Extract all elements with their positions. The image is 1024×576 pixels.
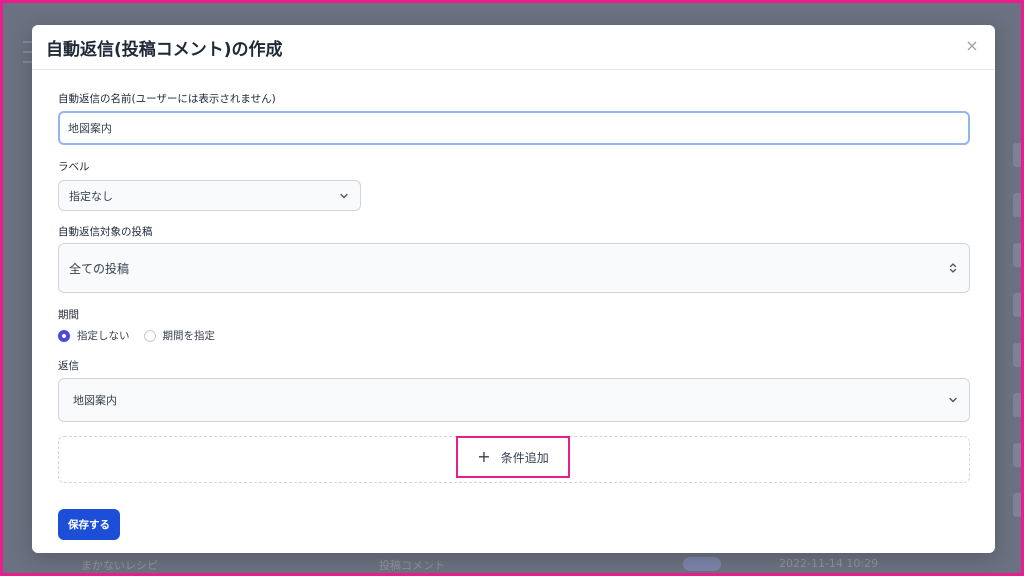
period-label: 期間 — [58, 309, 79, 321]
background-row-date: 2022-11-14 10:29 — [779, 557, 879, 570]
background-side-tab — [1013, 193, 1021, 217]
chevron-up-down-icon — [949, 263, 957, 273]
add-condition-button[interactable]: + 条件追加 — [456, 436, 570, 478]
period-option-none-radio[interactable] — [58, 329, 70, 342]
period-option-specify-radio[interactable] — [143, 329, 156, 342]
label-select[interactable]: 指定なし — [58, 180, 361, 211]
background-row-name: まかないレシピ — [81, 559, 158, 572]
period-option-specify-label: 期間を指定 — [162, 330, 216, 342]
name-field-label: 自動返信の名前(ユーザーには表示されません) — [58, 93, 276, 105]
background-side-tab — [1013, 293, 1021, 317]
background-side-tab — [1013, 493, 1021, 517]
chevron-down-icon — [949, 397, 957, 403]
background-side-tab — [1013, 243, 1021, 267]
background-row-type: 投稿コメント — [379, 559, 445, 572]
plus-icon: + — [477, 447, 491, 466]
period-option-none-label: 指定しない — [77, 330, 130, 342]
period-radio-group: 指定しない 期間を指定 — [58, 328, 229, 343]
reply-label: 返信 — [58, 360, 79, 372]
modal-header: 自動返信(投稿コメント)の作成 × — [32, 25, 995, 70]
background-toggle — [683, 557, 721, 571]
close-icon[interactable]: × — [963, 37, 981, 55]
background-side-tab — [1013, 443, 1021, 467]
reply-select-value: 地図案内 — [73, 394, 117, 407]
background-side-tab — [1013, 143, 1021, 167]
modal-title: 自動返信(投稿コメント)の作成 — [46, 39, 283, 60]
background-side-tab — [1013, 393, 1021, 417]
background-side-tab — [1013, 343, 1021, 367]
label-select-value: 指定なし — [69, 189, 113, 203]
create-auto-reply-modal: 自動返信(投稿コメント)の作成 × 自動返信の名前(ユーザーには表示されません)… — [32, 25, 995, 553]
add-condition-label: 条件追加 — [500, 450, 549, 465]
target-post-label: 自動返信対象の投稿 — [58, 226, 153, 238]
name-input[interactable] — [58, 111, 970, 145]
target-post-value: 全ての投稿 — [69, 261, 130, 276]
reply-select[interactable]: 地図案内 — [58, 378, 970, 422]
save-button[interactable]: 保存する — [58, 509, 120, 540]
background-table-row: まかないレシピ 投稿コメント 2022-11-14 10:29 — [33, 557, 1021, 572]
target-post-select[interactable]: 全ての投稿 — [58, 243, 970, 293]
chevron-down-icon — [340, 193, 348, 198]
label-field-label: ラベル — [58, 161, 90, 173]
